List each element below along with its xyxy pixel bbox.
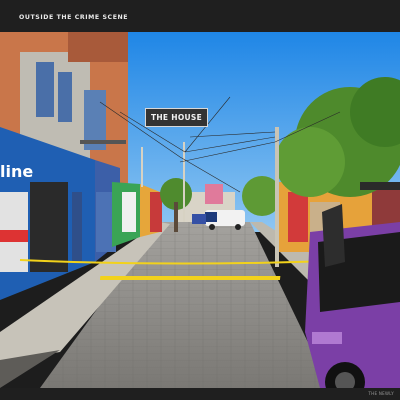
footer-bar: THE NEWLY (0, 388, 400, 400)
utility-pole (275, 127, 279, 267)
house-label: THE HOUSE (145, 108, 208, 127)
header-bar: OUTSIDE THE CRIME SCENE (0, 0, 400, 32)
photo-credit: THE NEWLY (368, 391, 394, 396)
scene-title: OUTSIDE THE CRIME SCENE (19, 14, 129, 21)
street-photo: line (0, 32, 400, 388)
police-tape-ground (99, 276, 281, 280)
scene-frame: OUTSIDE THE CRIME SCENE line THE HOUSE T… (0, 0, 400, 400)
storefront-sign: line (0, 162, 33, 181)
